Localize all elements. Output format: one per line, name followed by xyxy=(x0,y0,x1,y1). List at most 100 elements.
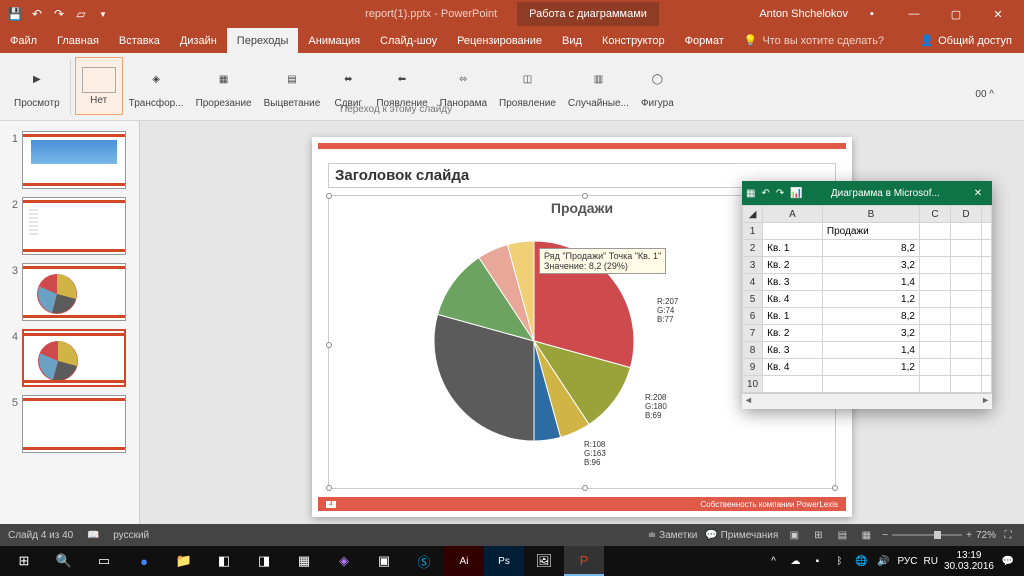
ribbon-options-icon[interactable]: ▪ xyxy=(854,0,890,28)
tab-view[interactable]: Вид xyxy=(552,28,592,53)
tray-up-icon[interactable]: ^ xyxy=(765,553,781,569)
tray-clock[interactable]: 13:1930.03.2016 xyxy=(944,550,994,572)
col-a[interactable]: A xyxy=(763,206,823,223)
transition-morph[interactable]: ◈Трансфор... xyxy=(123,57,190,115)
task-skype[interactable]: Ⓢ xyxy=(404,546,444,576)
tray-volume-icon[interactable]: 🔊 xyxy=(875,553,891,569)
transition-reveal[interactable]: ◫Проявление xyxy=(493,57,562,115)
task-chrome[interactable]: ● xyxy=(124,546,164,576)
task-img[interactable]: 🖼 xyxy=(524,546,564,576)
col-b[interactable]: B xyxy=(822,206,919,223)
col-c[interactable]: C xyxy=(919,206,950,223)
redo-icon[interactable]: ↷ xyxy=(52,7,66,21)
morph-icon: ◈ xyxy=(140,64,172,96)
task-ps[interactable]: Ps xyxy=(484,546,524,576)
transition-random[interactable]: ▥Случайные... xyxy=(562,57,635,115)
thumbnail-2[interactable]: 2━━━━━━━━━━━━━━━━━━━━━━━━━━━━━━━━━━━ xyxy=(0,195,139,257)
transition-fade[interactable]: ▤Выцветание xyxy=(258,57,327,115)
select-all-cell[interactable]: ◢ xyxy=(743,206,763,223)
excel-chart-icon: 📊 xyxy=(790,188,802,199)
none-icon xyxy=(82,67,116,93)
language-indicator[interactable]: русский xyxy=(113,530,149,541)
slide-canvas[interactable]: Заголовок слайда Продажи Ряд "Продажи" Т… xyxy=(140,121,1024,524)
zoom-in-icon[interactable]: + xyxy=(966,530,972,541)
undo-icon[interactable]: ↶ xyxy=(30,7,44,21)
tab-insert[interactable]: Вставка xyxy=(109,28,170,53)
transition-shape[interactable]: ◯Фигура xyxy=(635,57,680,115)
excel-redo-icon[interactable]: ↷ xyxy=(776,188,784,199)
notes-button[interactable]: ≐ Заметки xyxy=(648,530,697,541)
col-d[interactable]: D xyxy=(950,206,981,223)
tray-app-icon[interactable]: ▪ xyxy=(809,553,825,569)
slideshow-view-icon[interactable]: ▦ xyxy=(858,527,874,543)
save-icon[interactable]: 💾 xyxy=(8,7,22,21)
tab-format[interactable]: Формат xyxy=(675,28,734,53)
task-app1[interactable]: ◧ xyxy=(204,546,244,576)
start-button[interactable]: ⊞ xyxy=(4,546,44,576)
share-button[interactable]: 👤Общий доступ xyxy=(908,34,1024,47)
excel-titlebar[interactable]: ▦ ↶ ↷ 📊 Диаграмма в Microsof... ✕ xyxy=(742,181,992,205)
task-explorer[interactable]: 📁 xyxy=(164,546,204,576)
tray-bluetooth-icon[interactable]: ᛒ xyxy=(831,553,847,569)
thumbnail-3[interactable]: 3 xyxy=(0,261,139,323)
sorter-view-icon[interactable]: ⊞ xyxy=(810,527,826,543)
zoom-control[interactable]: − + 72% ⛶ xyxy=(882,527,1016,543)
excel-scrollbar[interactable]: ◄► xyxy=(742,393,992,409)
excel-undo-icon[interactable]: ↶ xyxy=(761,188,769,199)
minimize-icon[interactable]: — xyxy=(896,0,932,28)
user-name[interactable]: Anton Shchelokov xyxy=(759,8,848,20)
tray-network-icon[interactable]: 🌐 xyxy=(853,553,869,569)
transition-none[interactable]: Нет xyxy=(75,57,123,115)
thumbnail-5[interactable]: 5 xyxy=(0,393,139,455)
random-icon: ▥ xyxy=(582,64,614,96)
excel-grid[interactable]: ◢ABCD 1Продажи 2Кв. 18,23Кв. 23,24Кв. 31… xyxy=(742,205,992,393)
page-number: 4 xyxy=(326,501,336,508)
tray-notifications-icon[interactable]: 💬 xyxy=(1000,553,1016,569)
start-icon[interactable]: ▱ xyxy=(74,7,88,21)
ribbon-collapse[interactable]: 00 ^ xyxy=(975,89,994,100)
thumbnail-panel[interactable]: 1 2━━━━━━━━━━━━━━━━━━━━━━━━━━━━━━━━━━━ 3… xyxy=(0,121,140,524)
tab-slideshow[interactable]: Слайд-шоу xyxy=(370,28,447,53)
tell-me[interactable]: 💡Что вы хотите сделать? xyxy=(744,34,884,47)
excel-close-icon[interactable]: ✕ xyxy=(968,188,988,199)
tray-onedrive-icon[interactable]: ☁ xyxy=(787,553,803,569)
tab-animation[interactable]: Анимация xyxy=(298,28,370,53)
preview-button[interactable]: ▶Просмотр xyxy=(8,57,66,115)
tab-home[interactable]: Главная xyxy=(47,28,109,53)
spellcheck-icon[interactable]: 📖 xyxy=(85,527,101,543)
normal-view-icon[interactable]: ▣ xyxy=(786,527,802,543)
transition-cut[interactable]: ▦Прорезание xyxy=(190,57,258,115)
chart-tooltip: Ряд "Продажи" Точка "Кв. 1"Значение: 8,2… xyxy=(539,248,666,274)
thumbnail-4[interactable]: 4 xyxy=(0,327,139,389)
task-app3[interactable]: ▦ xyxy=(284,546,324,576)
tab-review[interactable]: Рецензирование xyxy=(447,28,552,53)
fade-icon: ▤ xyxy=(276,64,308,96)
tray-lang1[interactable]: РУС xyxy=(897,556,917,567)
task-app2[interactable]: ◨ xyxy=(244,546,284,576)
fit-icon[interactable]: ⛶ xyxy=(1000,527,1016,543)
task-vs[interactable]: ◈ xyxy=(324,546,364,576)
qat-dropdown-icon[interactable]: ▼ xyxy=(96,7,110,21)
thumbnail-1[interactable]: 1 xyxy=(0,129,139,191)
comments-button[interactable]: 💬 Примечания xyxy=(705,530,778,541)
zoom-slider[interactable] xyxy=(892,534,962,536)
search-icon[interactable]: 🔍 xyxy=(44,546,84,576)
task-view-icon[interactable]: ▭ xyxy=(84,546,124,576)
zoom-out-icon[interactable]: − xyxy=(882,530,888,541)
tab-designer[interactable]: Конструктор xyxy=(592,28,675,53)
close-icon[interactable]: ✕ xyxy=(980,0,1016,28)
zoom-level[interactable]: 72% xyxy=(976,530,996,541)
maximize-icon[interactable]: ▢ xyxy=(938,0,974,28)
tab-transitions[interactable]: Переходы xyxy=(227,28,299,53)
shape-icon: ◯ xyxy=(641,64,673,96)
excel-data-window[interactable]: ▦ ↶ ↷ 📊 Диаграмма в Microsof... ✕ ◢ABCD … xyxy=(742,181,992,409)
reading-view-icon[interactable]: ▤ xyxy=(834,527,850,543)
tab-design[interactable]: Дизайн xyxy=(170,28,227,53)
slide-counter[interactable]: Слайд 4 из 40 xyxy=(8,530,73,541)
task-ai[interactable]: Ai xyxy=(444,546,484,576)
task-app4[interactable]: ▣ xyxy=(364,546,404,576)
status-bar: Слайд 4 из 40 📖 русский ≐ Заметки 💬 Прим… xyxy=(0,524,1024,546)
tray-lang2[interactable]: RU xyxy=(923,556,937,567)
task-powerpoint[interactable]: P xyxy=(564,546,604,576)
tab-file[interactable]: Файл xyxy=(0,28,47,53)
